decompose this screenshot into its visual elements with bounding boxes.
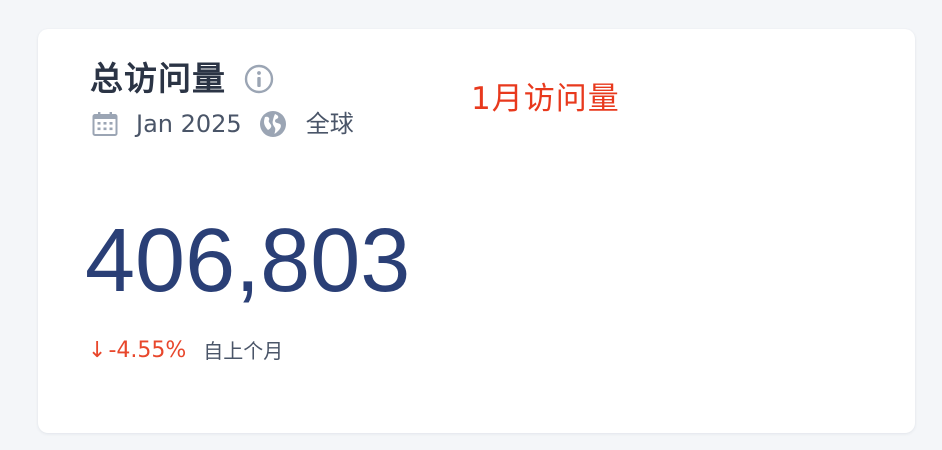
month-annotation: 1月访问量: [471, 81, 620, 117]
card-header: 总访问量: [90, 57, 275, 101]
calendar-icon: [91, 110, 119, 138]
change-indicator: ↓ -4.55%: [88, 334, 186, 368]
globe-icon: [259, 110, 287, 138]
change-label: 自上个月: [203, 339, 284, 363]
change-percent: -4.55%: [108, 338, 187, 363]
region-label: 全球: [305, 110, 354, 138]
arrow-down-icon: ↓: [88, 338, 107, 363]
card-title: 总访问量: [90, 59, 226, 98]
metric-card: 总访问量 1月访问量 Jan 2025 全球 406,803 ↓ -4.55% …: [38, 29, 915, 433]
card-meta: Jan 2025 全球: [91, 107, 354, 141]
metric-value: 406,803: [85, 211, 411, 311]
info-icon[interactable]: [243, 63, 275, 95]
date-label: Jan 2025: [136, 110, 242, 138]
change-row: ↓ -4.55% 自上个月: [88, 334, 283, 368]
